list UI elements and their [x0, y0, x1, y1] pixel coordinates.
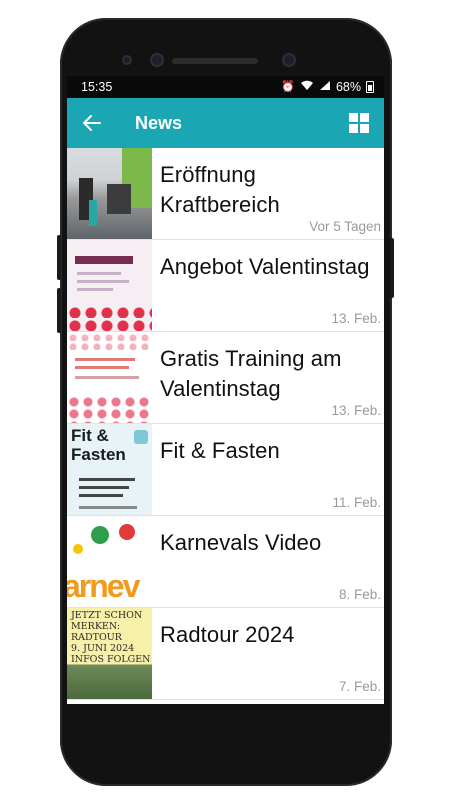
status-time: 15:35 — [81, 80, 113, 94]
news-date: 11. Feb. — [332, 495, 381, 510]
page-title: News — [135, 112, 183, 133]
fit-fasten-thumbnail: Fit & Fasten — [67, 424, 152, 515]
arrow-left-icon — [83, 115, 101, 131]
front-camera-icon — [282, 53, 296, 67]
news-item[interactable]: JETZT SCHON MERKEN: RADTOUR 9. JUNI 2024… — [67, 608, 384, 700]
news-title: Radtour 2024 — [160, 622, 295, 647]
app-bar: News — [67, 98, 384, 148]
sensor-icon — [122, 55, 132, 65]
news-title: Angebot Valentinstag — [160, 254, 370, 279]
grid-view-icon — [349, 113, 369, 133]
iris-sensor-icon — [150, 53, 164, 67]
alarm-icon: ⏰ — [281, 80, 295, 93]
power-button — [390, 238, 394, 298]
news-date: 13. Feb. — [331, 403, 381, 418]
news-date: 8. Feb. — [338, 587, 381, 602]
thumbnail-note: JETZT SCHON MERKEN: RADTOUR 9. JUNI 2024… — [71, 610, 151, 665]
carnival-thumbnail: arnev — [67, 516, 152, 607]
earpiece-speaker — [172, 58, 258, 64]
bike-tour-thumbnail: JETZT SCHON MERKEN: RADTOUR 9. JUNI 2024… — [67, 608, 152, 699]
volume-up-button — [57, 235, 61, 280]
back-button[interactable] — [77, 108, 107, 138]
news-list: Eröffnung Kraftbereich Vor 5 Tagen Angeb… — [67, 148, 384, 700]
wifi-icon — [300, 80, 314, 94]
news-title: Gratis Training am Valentinstag — [160, 346, 342, 401]
news-title: Fit & Fasten — [160, 438, 280, 463]
scale-icon — [134, 430, 148, 444]
free-training-thumbnail — [67, 332, 152, 423]
signal-icon — [319, 80, 331, 94]
news-title: Eröffnung Kraftbereich — [160, 162, 280, 217]
volume-down-button — [57, 288, 61, 333]
thumbnail-heading: arnev — [67, 568, 140, 604]
news-date: 13. Feb. — [331, 311, 381, 326]
valentine-offer-thumbnail — [67, 240, 152, 331]
gym-photo-thumbnail — [67, 148, 152, 239]
news-date: Vor 5 Tagen — [309, 219, 381, 234]
news-date: 7. Feb. — [338, 679, 381, 694]
thumbnail-heading: Fit & Fasten — [71, 426, 126, 464]
battery-icon — [366, 81, 374, 93]
status-icons: ⏰ 68% — [281, 80, 374, 94]
news-title: Karnevals Video — [160, 530, 322, 555]
status-bar: 15:35 ⏰ 68% — [67, 76, 384, 98]
news-item[interactable]: Angebot Valentinstag 13. Feb. — [67, 240, 384, 332]
grid-view-button[interactable] — [344, 108, 374, 138]
news-item[interactable]: Eröffnung Kraftbereich Vor 5 Tagen — [67, 148, 384, 240]
news-item[interactable]: Gratis Training am Valentinstag 13. Feb. — [67, 332, 384, 424]
news-item[interactable]: arnev Karnevals Video 8. Feb. — [67, 516, 384, 608]
battery-percent: 68% — [335, 80, 361, 94]
news-item[interactable]: Fit & Fasten Fit & Fasten 11. Feb. — [67, 424, 384, 516]
phone-screen: 15:35 ⏰ 68% News Eröffnung Kraftbereich … — [67, 76, 384, 704]
